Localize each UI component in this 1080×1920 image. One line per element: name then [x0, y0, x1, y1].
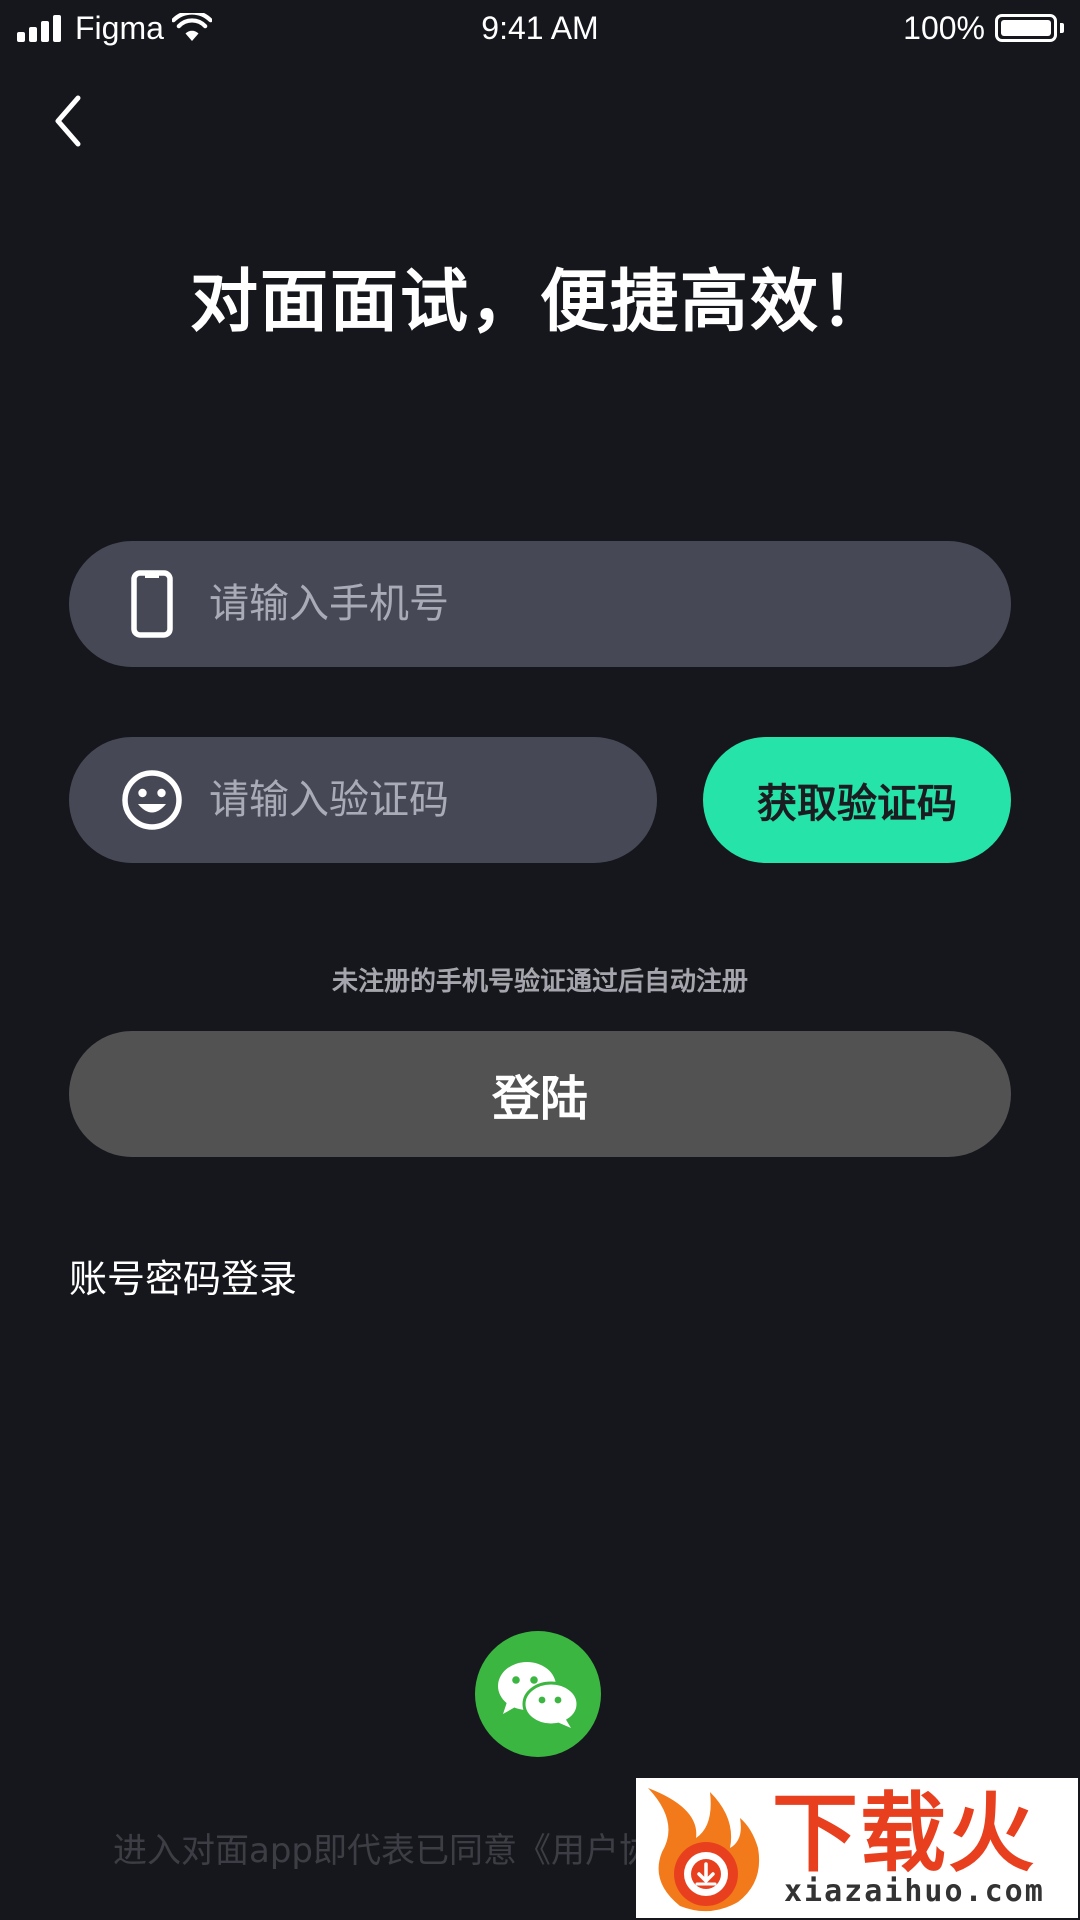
battery-cap [1060, 23, 1064, 33]
login-button[interactable]: 登陆 [69, 1031, 1011, 1157]
agreement-text[interactable]: 进入对面app即代表已同意《用户协 [113, 1828, 653, 1874]
watermark-overlay: 下载火 xiazaihuo.com [636, 1778, 1078, 1918]
status-right: 100% [903, 10, 1064, 46]
auto-register-hint: 未注册的手机号验证通过后自动注册 [331, 967, 748, 997]
get-code-button[interactable]: 获取验证码 [703, 737, 1011, 863]
watermark-title: 下载火 [772, 1784, 1036, 1884]
phone-icon [117, 569, 187, 639]
page-title: 对面面试，便捷高效！ [189, 263, 890, 342]
chevron-left-icon [55, 95, 81, 147]
smiley-icon [117, 765, 187, 835]
flame-logo-icon [648, 1788, 760, 1912]
verification-code-field[interactable] [69, 737, 657, 863]
verification-code-input[interactable] [209, 737, 629, 863]
status-bar: Figma 9:41 AM 100% [0, 0, 1080, 56]
battery-icon [995, 14, 1057, 42]
battery-percent: 100% [903, 10, 985, 46]
phone-input[interactable] [209, 541, 969, 667]
wechat-login-button[interactable] [475, 1631, 601, 1757]
phone-field[interactable] [69, 541, 1011, 667]
back-button[interactable] [50, 86, 110, 156]
watermark-domain: xiazaihuo.com [784, 1874, 1045, 1909]
password-login-link[interactable]: 账号密码登录 [69, 1252, 297, 1306]
wechat-icon [498, 1662, 580, 1728]
